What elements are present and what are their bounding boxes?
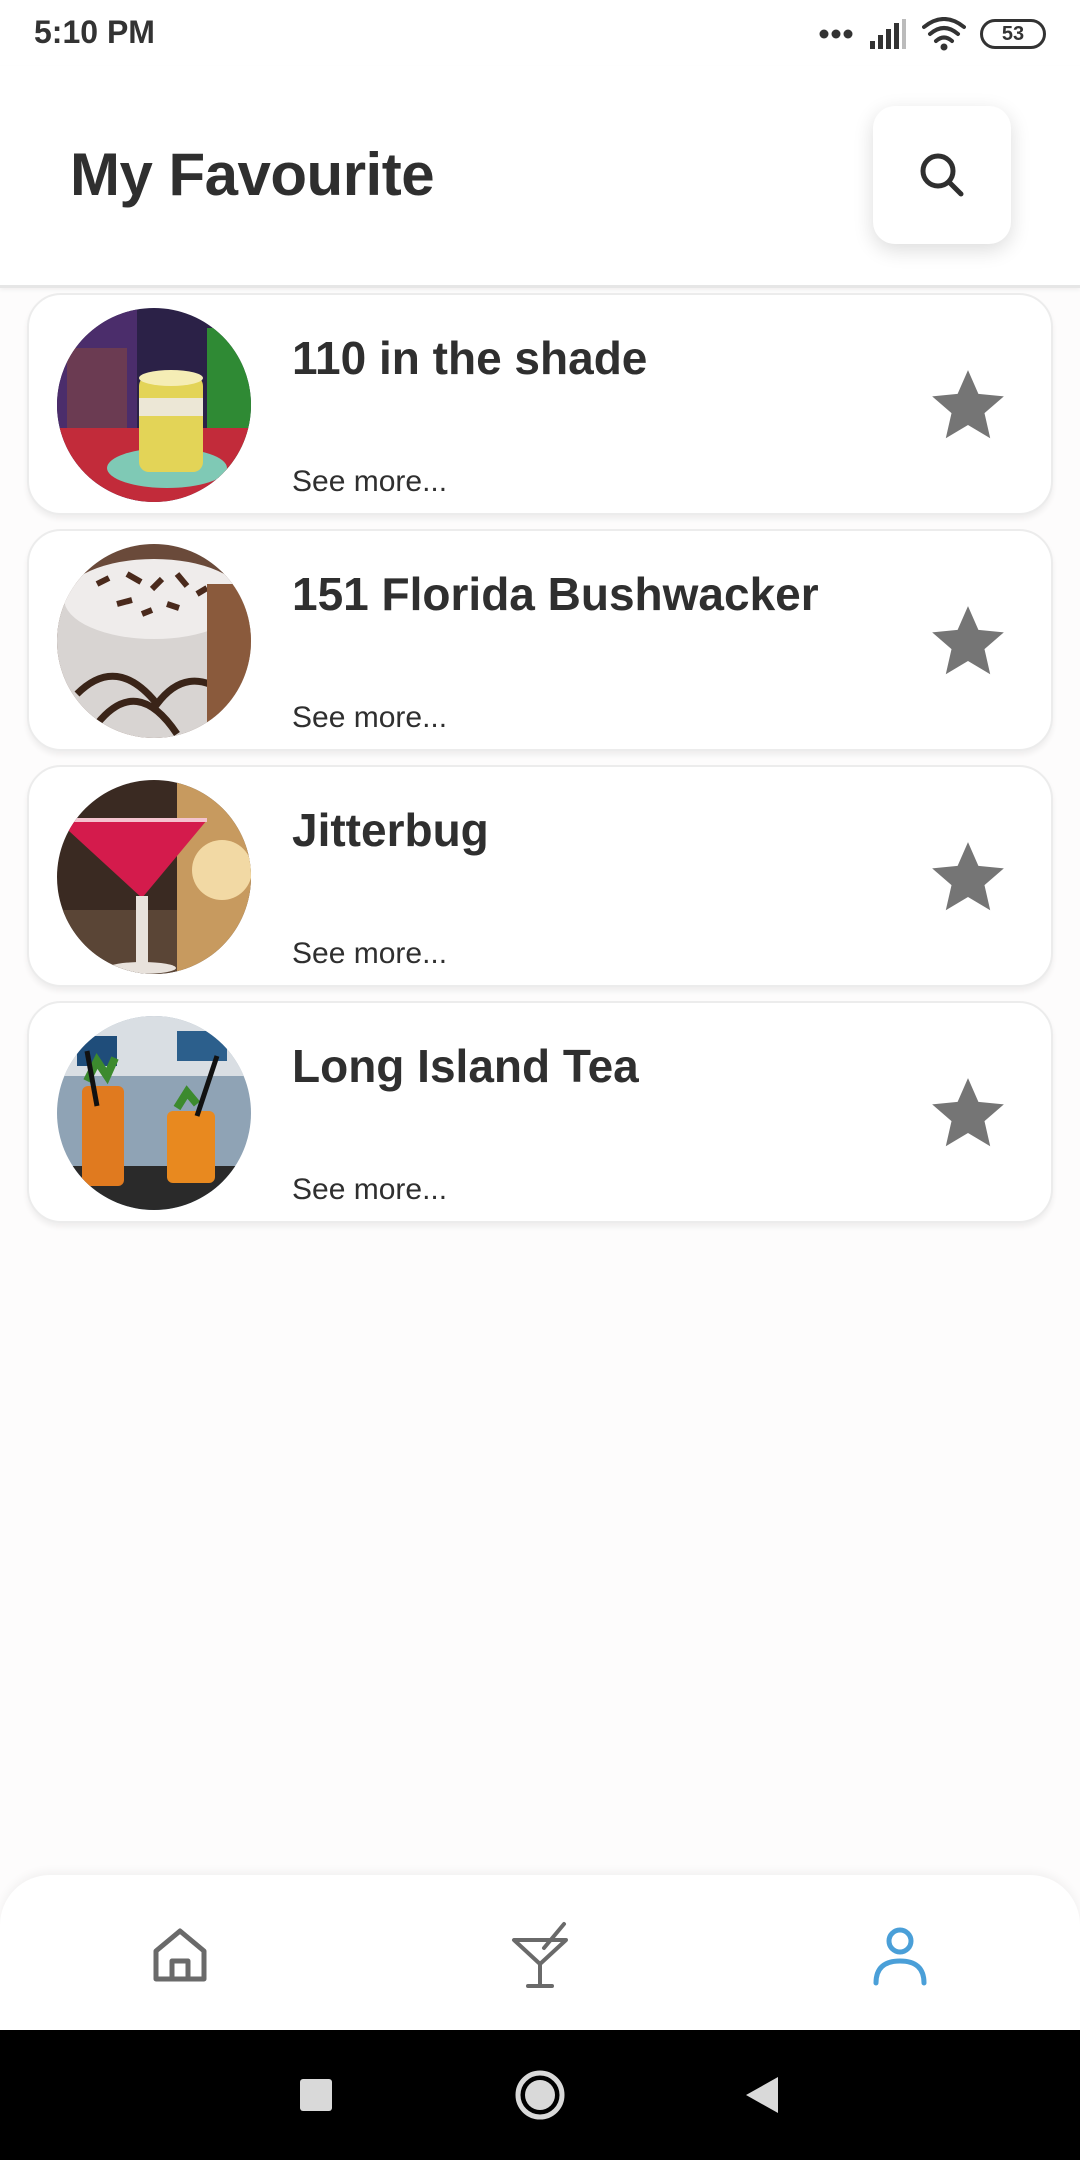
header: My Favourite (0, 66, 1080, 288)
star-icon[interactable] (925, 599, 1011, 685)
status-time: 5:10 PM (34, 14, 155, 50)
wifi-icon (922, 17, 966, 51)
battery-indicator: 53 (980, 19, 1046, 49)
search-icon (920, 153, 964, 197)
cocktail-thumbnail (57, 780, 251, 974)
cocktail-icon (512, 1922, 568, 1988)
see-more-link[interactable]: See more... (292, 701, 447, 735)
cocktail-name: Long Island Tea (292, 1040, 639, 1092)
cocktail-name: 110 in the shade (292, 332, 648, 384)
home-system-button[interactable] (510, 2065, 570, 2125)
favourites-list: 110 in the shade See more... 151 Florida… (27, 293, 1053, 1237)
bottom-navigation (0, 1875, 1080, 2030)
more-dots-icon (819, 29, 853, 39)
nav-home[interactable] (140, 1915, 220, 1995)
back-triangle-icon (746, 2077, 778, 2113)
favourite-card[interactable]: Jitterbug See more... (27, 765, 1053, 987)
favourite-card[interactable]: 110 in the shade See more... (27, 293, 1053, 515)
back-button[interactable] (732, 2065, 792, 2125)
see-more-link[interactable]: See more... (292, 937, 447, 971)
favourite-card[interactable]: Long Island Tea See more... (27, 1001, 1053, 1223)
cocktail-name: 151 Florida Bushwacker (292, 568, 819, 620)
cocktail-thumbnail (57, 1016, 251, 1210)
star-icon[interactable] (925, 835, 1011, 921)
status-icons: 53 (818, 14, 1046, 54)
see-more-link[interactable]: See more... (292, 465, 447, 499)
star-icon[interactable] (925, 1071, 1011, 1157)
status-bar: 5:10 PM 53 (0, 0, 1080, 66)
star-icon[interactable] (925, 363, 1011, 449)
cocktail-name: Jitterbug (292, 804, 489, 856)
favourite-card[interactable]: 151 Florida Bushwacker See more... (27, 529, 1053, 751)
battery-level: 53 (1001, 22, 1025, 45)
home-icon (153, 1928, 207, 1982)
recents-icon (300, 2079, 332, 2111)
nav-profile[interactable] (860, 1915, 940, 1995)
nav-cocktails[interactable] (500, 1915, 580, 1995)
see-more-link[interactable]: See more... (292, 1173, 447, 1207)
search-button[interactable] (873, 106, 1011, 244)
home-circle-icon (515, 2070, 565, 2120)
profile-icon (873, 1927, 927, 1986)
cocktail-thumbnail (57, 544, 251, 738)
system-navigation-bar (0, 2030, 1080, 2160)
page-title: My Favourite (70, 141, 435, 208)
recents-button[interactable] (286, 2065, 346, 2125)
signal-icon (870, 19, 906, 49)
cocktail-thumbnail (57, 308, 251, 502)
